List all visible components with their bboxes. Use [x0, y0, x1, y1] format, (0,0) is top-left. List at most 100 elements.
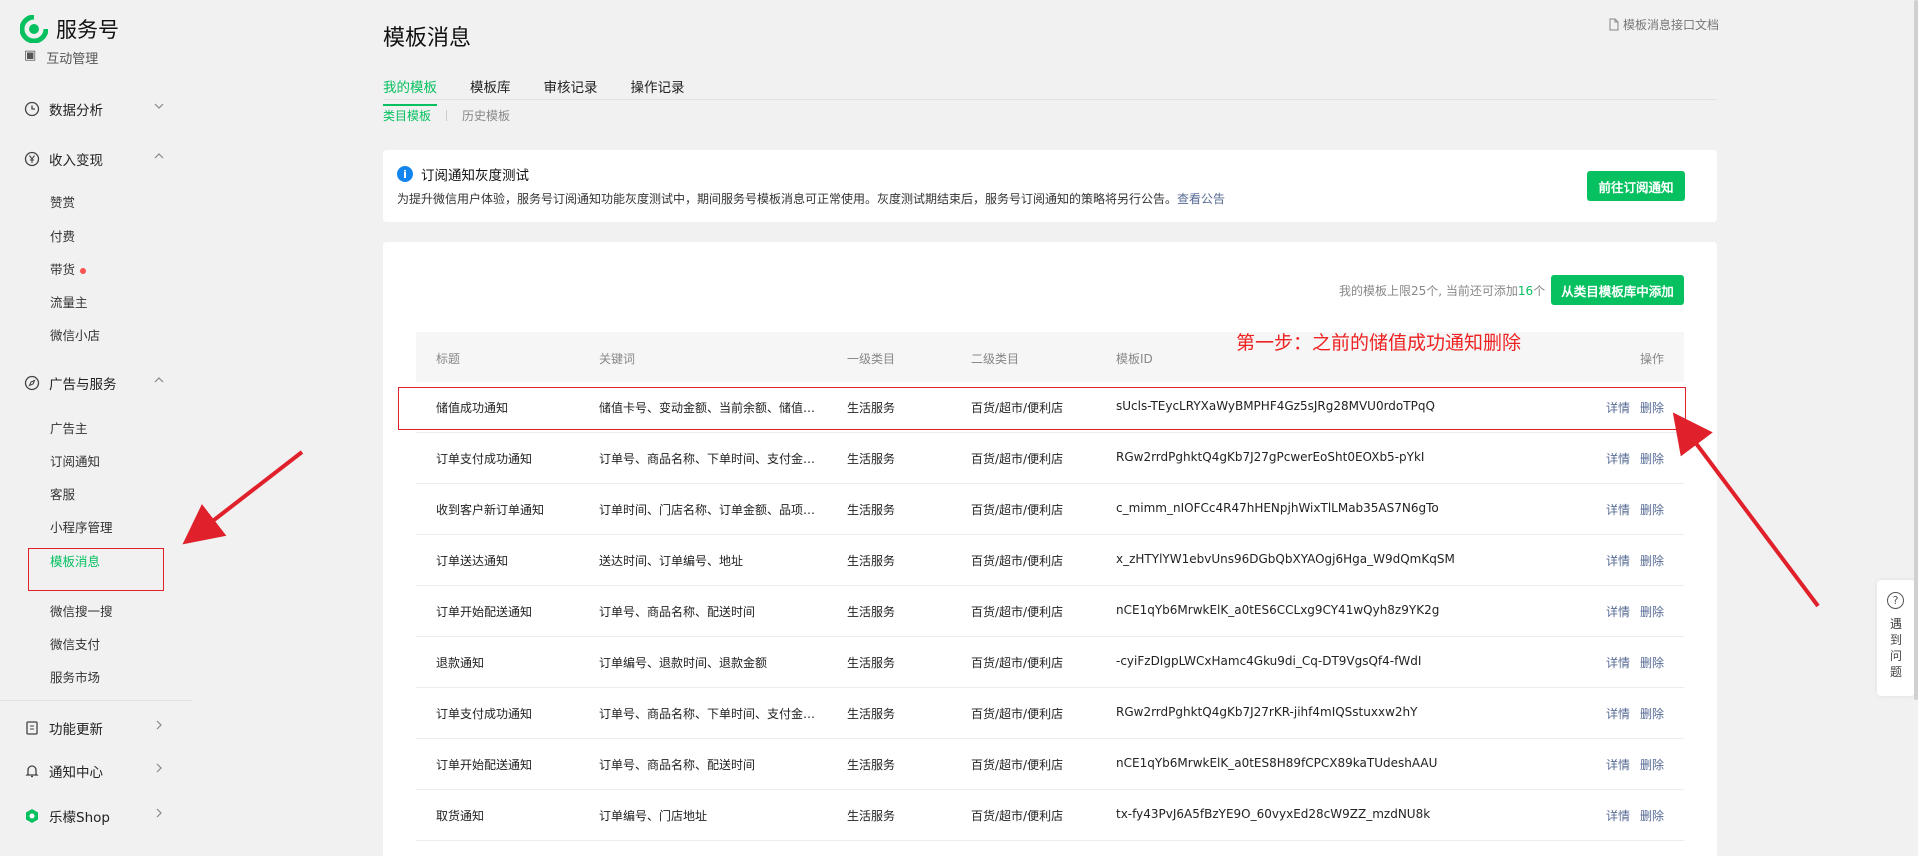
help-question-icon: ?	[1887, 592, 1904, 609]
brand-name: 服务号	[56, 18, 119, 42]
chevron-right-icon	[156, 763, 162, 773]
detail-link[interactable]: 详情	[1606, 756, 1630, 773]
cell-keywords: 订单号、商品名称、配送时间	[599, 605, 756, 619]
delete-link[interactable]: 删除	[1640, 603, 1664, 620]
sidebar-item-traffic-host[interactable]: 流量主	[50, 292, 88, 311]
compass-icon	[24, 375, 40, 391]
cell-category2: 百货/超市/便利店	[971, 503, 1064, 517]
cell-title: 订单支付成功通知	[436, 452, 533, 466]
cell-category2: 百货/超市/便利店	[971, 656, 1064, 670]
tab-review-records[interactable]: 审核记录	[544, 76, 598, 106]
template-limit-text: 我的模板上限25个, 当前还可添加16个	[1339, 284, 1546, 298]
sidebar-item-subscribe-notice[interactable]: 订阅通知	[50, 451, 100, 470]
doc-link[interactable]: 模板消息接口文档	[1608, 16, 1719, 33]
cell-category1: 生活服务	[847, 656, 896, 670]
delete-link[interactable]: 删除	[1640, 705, 1664, 722]
sidebar-group-data-analysis[interactable]: 数据分析	[24, 99, 164, 119]
sidebar-item-mini-program[interactable]: 小程序管理	[50, 517, 113, 536]
chat-icon: ▣	[24, 48, 37, 63]
sidebar-group-income[interactable]: 收入变现	[24, 149, 164, 169]
cell-template-id: RGw2rrdPghktQ4gKb7J27gPcwerEoSht0EOXb5-p…	[1116, 450, 1425, 464]
delete-link[interactable]: 删除	[1640, 552, 1664, 569]
table-row: 订单开始配送通知 订单号、商品名称、配送时间 生活服务 百货/超市/便利店 nCE1qY…	[416, 739, 1684, 790]
cell-keywords: 订单号、商品名称、下单时间、支付金额、支付方式	[599, 707, 824, 721]
tabs-divider	[383, 99, 1717, 100]
cell-category1: 生活服务	[847, 758, 896, 772]
sidebar-item-appreciation[interactable]: 赞赏	[50, 192, 75, 211]
table-row: 订单支付成功通知 订单号、商品名称、下单时间、支付金额、支付方式 生活服务 百货/超市…	[416, 433, 1684, 484]
go-subscribe-notice-button[interactable]: 前往订阅通知	[1587, 171, 1685, 201]
column-header-keywords: 关键词	[599, 352, 636, 366]
cell-template-id: x_zHTYlYW1ebvUns96DGbQbXYAOgj6Hga_W9dQmK…	[1116, 552, 1455, 566]
cell-keywords: 订单号、商品名称、配送时间	[599, 758, 756, 772]
sub-tabs: 类目模板 历史模板	[383, 107, 510, 124]
annotation-box-row	[398, 387, 1686, 430]
detail-link[interactable]: 详情	[1606, 705, 1630, 722]
sidebar-group-updates[interactable]: 功能更新	[24, 718, 164, 738]
cell-keywords: 订单号、商品名称、下单时间、支付金额、支付方式	[599, 452, 824, 466]
cell-title: 取货通知	[436, 809, 485, 823]
sidebar-group-shop[interactable]: 乐檬Shop	[24, 806, 164, 826]
chevron-right-icon	[156, 808, 162, 818]
sidebar-item-commerce[interactable]: 带货	[50, 259, 87, 278]
sidebar-item-service-market[interactable]: 服务市场	[50, 667, 100, 686]
wechat-logo-icon	[20, 15, 48, 43]
detail-link[interactable]: 详情	[1606, 603, 1630, 620]
delete-link[interactable]: 删除	[1640, 807, 1664, 824]
subtab-history-templates[interactable]: 历史模板	[462, 107, 510, 124]
detail-link[interactable]: 详情	[1606, 501, 1630, 518]
cell-keywords: 送达时间、订单编号、地址	[599, 554, 744, 568]
sidebar-group-notification-center[interactable]: 通知中心	[24, 761, 164, 781]
delete-link[interactable]: 删除	[1640, 654, 1664, 671]
annotation-text: 第一步：之前的储值成功通知删除	[1236, 332, 1522, 354]
detail-link[interactable]: 详情	[1606, 807, 1630, 824]
cell-keywords: 订单编号、退款时间、退款金额	[599, 656, 768, 670]
chevron-up-icon	[154, 153, 164, 159]
table-row: 退款通知 订单编号、退款时间、退款金额 生活服务 百货/超市/便利店 -cyiFzDIg…	[416, 637, 1684, 688]
tab-my-templates[interactable]: 我的模板	[383, 76, 437, 106]
column-header-title: 标题	[436, 352, 461, 366]
delete-link[interactable]: 删除	[1640, 450, 1664, 467]
cell-category2: 百货/超市/便利店	[971, 452, 1064, 466]
add-from-library-button[interactable]: 从类目模板库中添加	[1551, 275, 1684, 305]
sidebar-item-wechat-search[interactable]: 微信搜一搜	[50, 601, 113, 620]
sidebar-item-advertiser[interactable]: 广告主	[50, 418, 88, 437]
sidebar-item-paid[interactable]: 付费	[50, 226, 75, 245]
cell-keywords: 订单时间、门店名称、订单金额、品项总数	[599, 503, 824, 517]
cell-template-id: RGw2rrdPghktQ4gKb7J27rKR-jihf4mIQSstuxxw…	[1116, 705, 1418, 719]
delete-link[interactable]: 删除	[1640, 756, 1664, 773]
tab-template-library[interactable]: 模板库	[470, 76, 511, 106]
update-icon	[26, 721, 38, 735]
table-row: 收到客户新订单通知 订单时间、门店名称、订单金额、品项总数 生活服务 百货/超市/便利…	[416, 484, 1684, 535]
notice-card: i 订阅通知灰度测试 为提升微信用户体验，服务号订阅通知功能灰度测试中，期间服务…	[383, 150, 1717, 222]
sidebar-item-interaction[interactable]: ▣ 互动管理	[24, 48, 98, 67]
cell-title: 退款通知	[436, 656, 485, 670]
scrollbar[interactable]	[1914, 0, 1918, 700]
delete-link[interactable]: 删除	[1640, 501, 1664, 518]
view-announcement-link[interactable]: 查看公告	[1177, 192, 1225, 206]
table-row: 订单支付成功通知 订单号、商品名称、下单时间、支付金额、支付方式 生活服务 百货/超市…	[416, 688, 1684, 739]
sidebar-item-wechat-pay[interactable]: 微信支付	[50, 634, 100, 653]
cell-title: 收到客户新订单通知	[436, 503, 545, 517]
page-title: 模板消息	[383, 26, 472, 51]
tab-operation-records[interactable]: 操作记录	[631, 76, 685, 106]
cell-category2: 百货/超市/便利店	[971, 758, 1064, 772]
sidebar-group-ads-services[interactable]: 广告与服务	[24, 373, 164, 393]
detail-link[interactable]: 详情	[1606, 552, 1630, 569]
sidebar-item-wechat-store[interactable]: 微信小店	[50, 325, 100, 344]
detail-link[interactable]: 详情	[1606, 450, 1630, 467]
brand[interactable]: 服务号	[20, 14, 119, 44]
sidebar: 服务号 ▣ 互动管理 数据分析 收入变现 赞赏 付费 带货 流量主 微信小店 广…	[0, 0, 192, 856]
table-row: 订单送达通知 送达时间、订单编号、地址 生活服务 百货/超市/便利店 x_zHTYlYW…	[416, 535, 1684, 586]
column-header-category2: 二级类目	[971, 352, 1020, 366]
help-widget[interactable]: ? 遇到问题	[1877, 580, 1915, 696]
notice-body: 为提升微信用户体验，服务号订阅通知功能灰度测试中，期间服务号模板消息可正常使用。…	[397, 192, 1226, 206]
sidebar-item-customer-service[interactable]: 客服	[50, 484, 75, 503]
detail-link[interactable]: 详情	[1606, 654, 1630, 671]
cell-title: 订单支付成功通知	[436, 707, 533, 721]
bell-icon	[25, 765, 39, 778]
cell-category1: 生活服务	[847, 554, 896, 568]
subtab-category-templates[interactable]: 类目模板	[383, 107, 431, 124]
yen-icon	[24, 151, 40, 167]
cell-title: 订单开始配送通知	[436, 605, 533, 619]
